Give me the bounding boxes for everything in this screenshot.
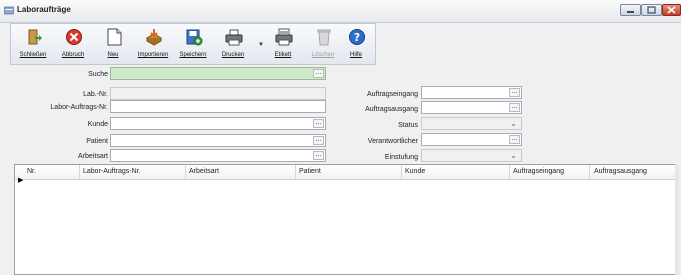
column-header-arbeitsart[interactable]: Arbeitsart bbox=[189, 168, 219, 175]
new-button-label: Neu bbox=[107, 52, 119, 58]
vertical-scrollbar[interactable] bbox=[675, 164, 679, 275]
column-divider[interactable] bbox=[79, 165, 80, 179]
new-document-icon bbox=[107, 28, 122, 46]
verantwortlicher-field[interactable]: ... bbox=[421, 133, 522, 146]
import-button[interactable]: Importieren bbox=[133, 24, 173, 64]
print-button-label: Drucken bbox=[221, 52, 245, 58]
close-button-label: Schließen bbox=[19, 52, 47, 58]
kunde-field[interactable]: ... bbox=[110, 117, 326, 130]
auftragsausgang-picker-button[interactable]: ... bbox=[509, 103, 520, 112]
arbeitsart-ellipsis-button[interactable]: ... bbox=[313, 151, 324, 160]
status-label: Status bbox=[398, 122, 418, 129]
close-door-icon bbox=[28, 29, 42, 45]
help-icon: ? bbox=[349, 29, 365, 45]
minimize-icon bbox=[627, 11, 634, 13]
labor-auftrags-nr-label: Labor-Auftrags-Nr. bbox=[50, 104, 108, 111]
verantwortlicher-ellipsis-button[interactable]: ... bbox=[509, 135, 520, 144]
cancel-button[interactable]: Abbruch bbox=[53, 24, 93, 64]
label-printer-icon bbox=[275, 28, 293, 46]
printer-icon bbox=[225, 29, 243, 46]
kunde-label: Kunde bbox=[87, 121, 108, 128]
column-header-auftragseingang[interactable]: Auftragseingang bbox=[513, 168, 564, 175]
patient-ellipsis-button[interactable]: ... bbox=[313, 136, 324, 145]
column-header-labor-auftrags-nr[interactable]: Labor-Auftrags-Nr. bbox=[83, 168, 141, 175]
close-icon bbox=[667, 6, 676, 14]
new-button[interactable]: Neu bbox=[93, 24, 133, 64]
search-input[interactable]: ... bbox=[110, 67, 326, 80]
help-button[interactable]: ? Hilfe bbox=[336, 24, 376, 64]
column-header-patient[interactable]: Patient bbox=[299, 168, 321, 175]
search-ellipsis-button[interactable]: ... bbox=[313, 69, 324, 78]
grid-header: Nr. Labor-Auftrags-Nr. Arbeitsart Patien… bbox=[15, 165, 676, 180]
column-divider[interactable] bbox=[295, 165, 296, 179]
auftragseingang-label: Auftragseingang bbox=[367, 91, 418, 98]
lab-nr-field bbox=[110, 87, 326, 100]
cancel-button-label: Abbruch bbox=[61, 52, 85, 58]
label-button-label: Etikett bbox=[274, 52, 292, 58]
auftragsausgang-field[interactable]: ... bbox=[421, 101, 522, 114]
label-button[interactable]: Etikett bbox=[263, 24, 303, 64]
column-header-kunde[interactable]: Kunde bbox=[405, 168, 425, 175]
auftragsausgang-label: Auftragsausgang bbox=[365, 106, 418, 113]
save-icon bbox=[186, 29, 203, 46]
row-pointer-icon: ▶ bbox=[18, 177, 24, 184]
close-window-button[interactable] bbox=[662, 4, 681, 16]
chevron-down-icon: ⌄ bbox=[510, 151, 517, 160]
close-button[interactable]: Schließen bbox=[13, 24, 53, 64]
column-divider[interactable] bbox=[589, 165, 590, 179]
patient-label: Patient bbox=[86, 138, 108, 145]
chevron-down-icon: ⌄ bbox=[510, 119, 517, 128]
search-label: Suche bbox=[88, 71, 108, 78]
app-icon bbox=[4, 6, 14, 15]
status-select[interactable]: ⌄ bbox=[421, 117, 522, 130]
column-divider[interactable] bbox=[509, 165, 510, 179]
arbeitsart-label: Arbeitsart bbox=[78, 153, 108, 160]
lab-nr-label: Lab.-Nr. bbox=[83, 91, 108, 98]
minimize-button[interactable] bbox=[620, 4, 641, 16]
column-header-auftragsausgang[interactable]: Auftragsausgang bbox=[594, 168, 647, 175]
kunde-ellipsis-button[interactable]: ... bbox=[313, 119, 324, 128]
column-divider[interactable] bbox=[401, 165, 402, 179]
einstufung-label: Einstufung bbox=[384, 154, 418, 161]
import-icon bbox=[145, 29, 163, 46]
save-button-label: Speichern bbox=[179, 52, 207, 58]
auftragseingang-field[interactable]: ... bbox=[421, 86, 522, 99]
title-bar: Laboraufträge bbox=[0, 0, 681, 23]
toolbar: Schließen Abbruch Neu Importieren Speich… bbox=[10, 23, 376, 65]
delete-icon bbox=[317, 29, 331, 46]
maximize-icon bbox=[647, 6, 656, 14]
verantwortlicher-label: Verantwortlicher bbox=[367, 138, 418, 145]
maximize-button[interactable] bbox=[641, 4, 662, 16]
orders-grid[interactable]: Nr. Labor-Auftrags-Nr. Arbeitsart Patien… bbox=[14, 164, 677, 275]
window-title: Laboraufträge bbox=[17, 5, 71, 14]
import-button-label: Importieren bbox=[137, 52, 169, 58]
patient-field[interactable]: ... bbox=[110, 134, 326, 147]
arbeitsart-field[interactable]: ... bbox=[110, 149, 326, 162]
labor-auftrags-nr-field[interactable] bbox=[110, 100, 326, 113]
einstufung-select[interactable]: ⌄ bbox=[421, 149, 522, 162]
column-divider[interactable] bbox=[185, 165, 186, 179]
print-button[interactable]: Drucken bbox=[213, 24, 253, 64]
save-button[interactable]: Speichern bbox=[173, 24, 213, 64]
help-button-label: Hilfe bbox=[349, 52, 362, 58]
auftragseingang-picker-button[interactable]: ... bbox=[509, 88, 520, 97]
cancel-icon bbox=[66, 29, 82, 45]
svg-text:?: ? bbox=[354, 31, 360, 44]
column-header-nr[interactable]: Nr. bbox=[27, 168, 36, 175]
